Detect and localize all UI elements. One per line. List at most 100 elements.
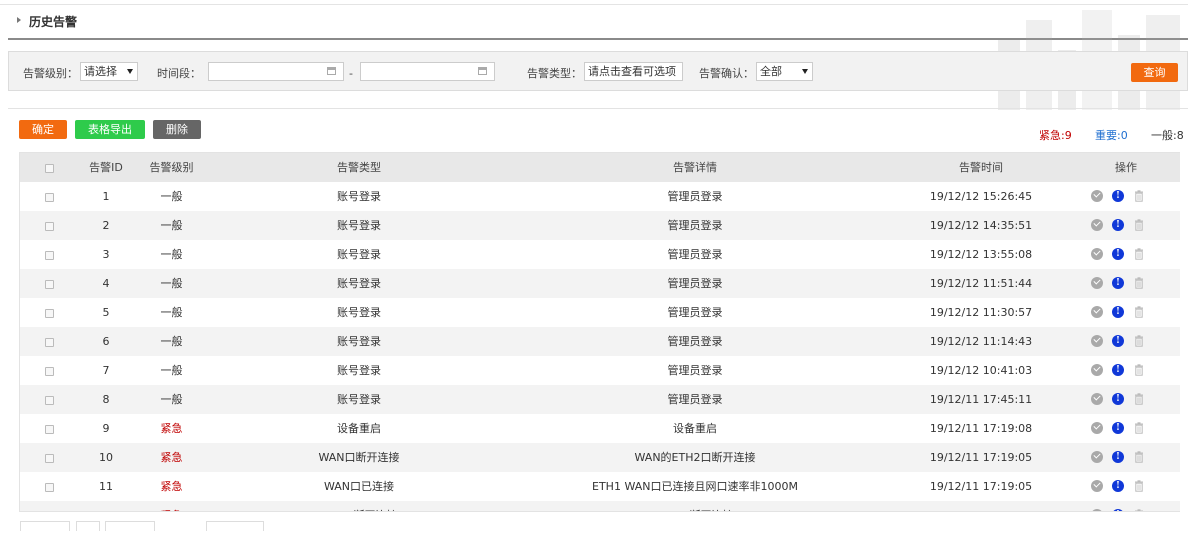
info-icon[interactable]: !	[1112, 364, 1124, 376]
dropdown-arrow-icon	[127, 69, 133, 74]
cell-id: 6	[102, 335, 110, 348]
table-row[interactable]: 8 一般 账号登录 管理员登录 19/12/11 17:45:11!	[20, 385, 1180, 414]
info-icon[interactable]: !	[1112, 480, 1124, 492]
trash-icon[interactable]	[1133, 509, 1145, 512]
trash-icon[interactable]	[1133, 422, 1145, 434]
type-select[interactable]: 请点击查看可选项	[584, 62, 683, 81]
info-icon[interactable]: !	[1112, 306, 1124, 318]
info-icon[interactable]: !	[1112, 422, 1124, 434]
row-actions: !	[1081, 414, 1171, 443]
table-row[interactable]: 10 紧急 WAN口断开连接 WAN的ETH2口断开连接 19/12/11 17:19:…	[20, 443, 1180, 472]
cell-detail: 管理员登录	[667, 364, 723, 377]
trash-icon[interactable]	[1133, 393, 1145, 405]
trash-icon[interactable]	[1133, 335, 1145, 347]
end-date-input[interactable]	[360, 62, 495, 81]
row-checkbox[interactable]	[44, 337, 54, 347]
table-row[interactable]: 9 紧急 设备重启 设备重启 19/12/11 17:19:08!	[20, 414, 1180, 443]
trash-icon[interactable]	[1133, 451, 1145, 463]
confirm-check-icon[interactable]	[1091, 480, 1103, 492]
row-checkbox[interactable]	[44, 395, 54, 405]
row-actions: !	[1081, 240, 1171, 269]
confirm-check-icon[interactable]	[1091, 219, 1103, 231]
cell-detail: 管理员登录	[667, 335, 723, 348]
table-row[interactable]: 4 一般 账号登录 管理员登录 19/12/12 11:51:44!	[20, 269, 1180, 298]
delete-button[interactable]: 删除	[153, 120, 201, 139]
table-row[interactable]: 3 一般 账号登录 管理员登录 19/12/12 13:55:08!	[20, 240, 1180, 269]
row-checkbox[interactable]	[44, 221, 54, 231]
row-actions: !	[1081, 182, 1171, 211]
table-row[interactable]: 5 一般 账号登录 管理员登录 19/12/12 11:30:57!	[20, 298, 1180, 327]
level-select[interactable]: 请选择	[80, 62, 138, 81]
cell-id: 2	[102, 219, 110, 232]
cell-detail: ETH1 WAN口已连接且网口速率非1000M	[592, 480, 798, 493]
cell-time: 19/12/12 11:30:57	[929, 306, 1033, 319]
trash-icon[interactable]	[1133, 219, 1145, 231]
collapse-triangle-icon[interactable]	[17, 17, 21, 23]
trash-icon[interactable]	[1133, 364, 1145, 376]
row-checkbox[interactable]	[44, 279, 54, 289]
level-select-value: 请选择	[84, 65, 117, 78]
row-checkbox[interactable]	[44, 308, 54, 318]
table-row[interactable]: 1 一般 账号登录 管理员登录 19/12/12 15:26:45!	[20, 182, 1180, 211]
cell-detail: 管理员登录	[667, 306, 723, 319]
info-icon[interactable]: !	[1112, 393, 1124, 405]
row-checkbox[interactable]	[45, 512, 54, 513]
row-checkbox[interactable]	[44, 424, 54, 434]
confirm-check-icon[interactable]	[1091, 190, 1103, 202]
confirm-check-icon[interactable]	[1091, 422, 1103, 434]
info-icon[interactable]: !	[1112, 451, 1124, 463]
trash-icon[interactable]	[1133, 277, 1145, 289]
table-row[interactable]: 12紧急LAN口断开连接LAN口断开连接19/12/11 17:19:05!	[20, 501, 1180, 513]
export-button[interactable]: 表格导出	[75, 120, 145, 139]
row-checkbox[interactable]	[44, 250, 54, 260]
confirm-check-icon[interactable]	[1091, 306, 1103, 318]
cell-type: 账号登录	[337, 248, 381, 261]
trash-icon[interactable]	[1133, 306, 1145, 318]
table-row[interactable]: 11 紧急 WAN口已连接 ETH1 WAN口已连接且网口速率非1000M 19/12/…	[20, 472, 1180, 501]
col-header: 告警ID	[89, 161, 123, 174]
table-row[interactable]: 6 一般 账号登录 管理员登录 19/12/12 11:14:43!	[20, 327, 1180, 356]
cell-type: 设备重启	[337, 422, 381, 435]
confirm-check-icon[interactable]	[1091, 509, 1103, 511]
query-button[interactable]: 查询	[1131, 63, 1178, 82]
row-checkbox[interactable]	[44, 482, 54, 492]
confirm-button[interactable]: 确定	[19, 120, 67, 139]
table-row[interactable]: 2 一般 账号登录 管理员登录 19/12/12 14:35:51!	[20, 211, 1180, 240]
row-checkbox[interactable]	[44, 366, 54, 376]
row-checkbox[interactable]	[44, 192, 54, 202]
info-icon[interactable]: !	[1112, 190, 1124, 202]
start-date-input[interactable]	[208, 62, 344, 81]
trash-icon[interactable]	[1133, 190, 1145, 202]
calendar-icon[interactable]	[478, 67, 487, 75]
info-icon[interactable]: !	[1112, 219, 1124, 231]
info-icon[interactable]: !	[1112, 335, 1124, 347]
trash-icon[interactable]	[1133, 480, 1145, 492]
col-header: 告警时间	[959, 161, 1003, 174]
cell-level: 一般	[160, 190, 183, 203]
confirm-check-icon[interactable]	[1091, 335, 1103, 347]
select-all-checkbox[interactable]	[44, 163, 54, 173]
trash-icon[interactable]	[1133, 248, 1145, 260]
confirm-check-icon[interactable]	[1091, 393, 1103, 405]
confirm-check-icon[interactable]	[1091, 277, 1103, 289]
row-actions: !	[1081, 472, 1171, 501]
important-count: 重要:0	[1095, 129, 1128, 142]
info-icon[interactable]: !	[1112, 277, 1124, 289]
row-checkbox[interactable]	[44, 453, 54, 463]
cell-id: 8	[102, 393, 110, 406]
cell-level: 一般	[160, 277, 183, 290]
confirm-check-icon[interactable]	[1091, 451, 1103, 463]
general-count: 一般:8	[1151, 129, 1184, 142]
table-row[interactable]: 7 一般 账号登录 管理员登录 19/12/12 10:41:03!	[20, 356, 1180, 385]
row-actions: !	[1081, 443, 1171, 472]
confirm-check-icon[interactable]	[1091, 248, 1103, 260]
info-icon[interactable]: !	[1112, 509, 1124, 511]
calendar-icon[interactable]	[327, 67, 336, 75]
confirm-select[interactable]: 全部	[756, 62, 813, 81]
row-actions: !	[1081, 327, 1171, 356]
cell-id: 5	[102, 306, 110, 319]
info-icon[interactable]: !	[1112, 248, 1124, 260]
cell-id: 4	[102, 277, 110, 290]
confirm-check-icon[interactable]	[1091, 364, 1103, 376]
cell-type: 账号登录	[337, 190, 381, 203]
